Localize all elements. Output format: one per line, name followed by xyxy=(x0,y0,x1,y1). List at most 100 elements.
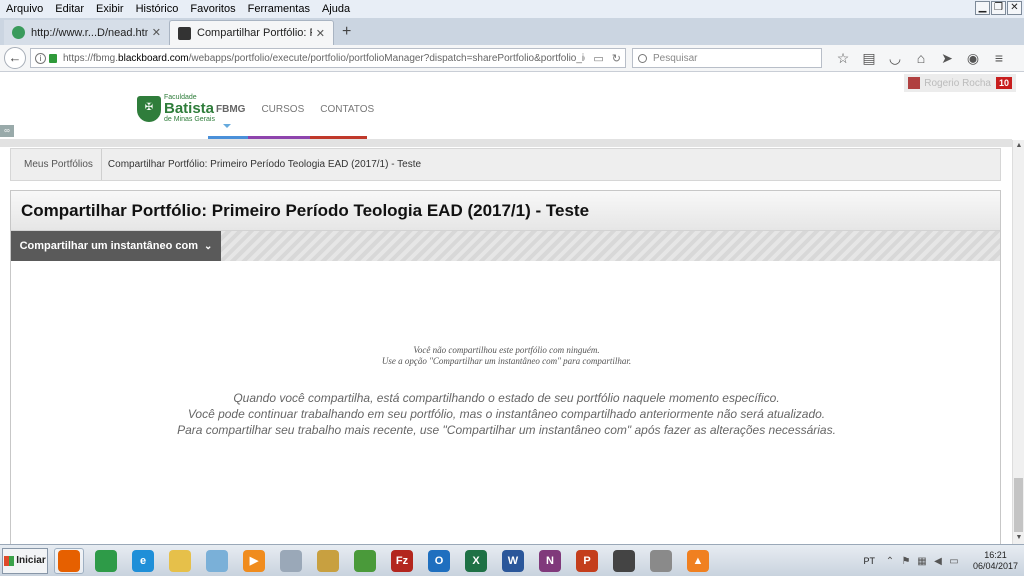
window-controls: ▁ ❐ ✕ xyxy=(975,1,1022,15)
calculator-icon[interactable] xyxy=(276,548,306,574)
bookmark-star-icon[interactable]: ☆ xyxy=(830,50,856,67)
calculator-glyph xyxy=(280,549,302,572)
search-input[interactable]: Pesquisar xyxy=(632,48,822,68)
network-icon[interactable]: ▦ xyxy=(915,556,929,567)
paint-icon[interactable] xyxy=(313,548,343,574)
close-window-button[interactable]: ✕ xyxy=(1007,1,1022,15)
chrome-glyph xyxy=(95,549,117,572)
show-hidden-icons-icon[interactable]: ⌃ xyxy=(883,556,897,567)
site-nav: FBMG CURSOS CONTATOS xyxy=(208,104,382,115)
extension-icon[interactable]: ◉ xyxy=(960,50,986,67)
pocket-icon[interactable]: ◡ xyxy=(882,50,908,67)
user-name: Rogerio Rocha xyxy=(924,77,991,89)
eraser-icon[interactable] xyxy=(202,548,232,574)
powerpoint-icon[interactable]: P xyxy=(572,548,602,574)
page-scrollbar[interactable]: ▲ ▼ xyxy=(1012,140,1024,544)
menu-editar[interactable]: Editar xyxy=(49,3,90,15)
send-icon[interactable]: ➤ xyxy=(934,50,960,67)
lock-icon xyxy=(49,53,57,63)
movie-maker-icon[interactable] xyxy=(609,548,639,574)
restore-button[interactable]: ❐ xyxy=(991,1,1006,15)
filezilla-icon[interactable]: Fz xyxy=(387,548,417,574)
reload-icon[interactable]: ↻ xyxy=(612,52,621,65)
firefox-icon[interactable] xyxy=(54,547,84,574)
current-tab-indicator xyxy=(223,124,231,128)
close-tab-icon[interactable]: ✕ xyxy=(152,26,161,39)
outlook-icon[interactable]: O xyxy=(424,548,454,574)
notepad-chart-icon[interactable] xyxy=(350,548,380,574)
menu-ferramentas[interactable]: Ferramentas xyxy=(242,3,316,15)
chrome-icon[interactable] xyxy=(91,548,121,574)
site-info-icon[interactable]: i xyxy=(35,52,46,64)
tools-icon[interactable] xyxy=(646,548,676,574)
filezilla-glyph: Fz xyxy=(391,549,413,572)
tab-nead[interactable]: http://www.r...D/nead.html ✕ xyxy=(4,20,169,45)
nav-contatos[interactable]: CONTATOS xyxy=(312,104,382,115)
onenote-glyph: N xyxy=(539,549,561,572)
tab-compartilhar[interactable]: Compartilhar Portfólio: Pri... ✕ xyxy=(169,20,334,45)
info-message: Quando você compartilha, está compartilh… xyxy=(11,390,1002,438)
logo-line3: de Minas Gerais xyxy=(164,116,215,123)
toolbar-icons: ☆ ▤ ◡ ⌂ ➤ ◉ ≡ xyxy=(830,50,1012,67)
menu-arquivo[interactable]: Arquivo xyxy=(0,3,49,15)
scroll-thumb[interactable] xyxy=(1014,478,1023,532)
ie-icon[interactable]: e xyxy=(128,548,158,574)
menu-historico[interactable]: Histórico xyxy=(130,3,185,15)
excel-icon[interactable]: X xyxy=(461,548,491,574)
home-icon[interactable]: ⌂ xyxy=(908,50,934,67)
clock-time: 16:21 xyxy=(984,550,1007,560)
menu-ajuda[interactable]: Ajuda xyxy=(316,3,356,15)
library-icon[interactable]: ▤ xyxy=(856,50,882,67)
close-tab-icon[interactable]: ✕ xyxy=(316,27,325,40)
panel-header: Compartilhar Portfólio: Primeiro Período… xyxy=(11,191,1000,231)
action-bar: Compartilhar um instantâneo com ⌄ xyxy=(11,231,1000,261)
menu-exibir[interactable]: Exibir xyxy=(90,3,130,15)
nav-fbmg[interactable]: FBMG xyxy=(208,104,253,115)
media-player-icon[interactable]: ▶ xyxy=(239,548,269,574)
avatar xyxy=(908,77,921,89)
menu-icon[interactable]: ≡ xyxy=(986,50,1012,67)
word-icon[interactable]: W xyxy=(498,548,528,574)
windows-logo-icon xyxy=(4,555,15,566)
user-menu[interactable]: Rogerio Rocha 10 xyxy=(904,74,1016,92)
start-button[interactable]: Iniciar xyxy=(2,547,48,574)
info-line2: Você pode continuar trabalhando em seu p… xyxy=(187,407,826,421)
empty-message: Você não compartilhou este portfólio com… xyxy=(11,345,1002,367)
info-line1: Quando você compartilha, está compartilh… xyxy=(233,391,780,405)
scroll-up-icon[interactable]: ▲ xyxy=(1013,140,1024,152)
share-snapshot-label: Compartilhar um instantâneo com xyxy=(19,240,199,252)
powerpoint-glyph: P xyxy=(576,549,598,572)
paint-glyph xyxy=(317,549,339,572)
link-icon[interactable]: ∞ xyxy=(0,125,14,137)
tab-strip: http://www.r...D/nead.html ✕ Compartilha… xyxy=(0,18,1024,45)
new-tab-button[interactable]: + xyxy=(334,20,359,45)
clock[interactable]: 16:21 06/04/2017 xyxy=(973,550,1018,572)
reader-view-icon[interactable]: ▭ xyxy=(593,52,603,65)
nav-cursos[interactable]: CURSOS xyxy=(253,104,312,115)
notepad-chart-glyph xyxy=(354,549,376,572)
back-button[interactable]: ← xyxy=(4,47,26,69)
excel-glyph: X xyxy=(465,549,487,572)
notification-badge[interactable]: 10 xyxy=(995,77,1012,89)
volume-icon[interactable]: ◀ xyxy=(931,556,945,567)
action-center-flag-icon[interactable]: ⚑ xyxy=(899,556,913,567)
logo[interactable]: ✠ Faculdade Batista de Minas Gerais xyxy=(137,94,215,123)
chevron-down-icon: ⌄ xyxy=(204,240,213,252)
explorer-icon[interactable] xyxy=(165,548,195,574)
language-indicator[interactable]: PT xyxy=(863,556,875,566)
firefox-glyph xyxy=(58,549,80,572)
scroll-down-icon[interactable]: ▼ xyxy=(1013,532,1024,544)
page-content: Rogerio Rocha 10 ✠ Faculdade Batista de … xyxy=(0,72,1024,544)
media-player-glyph: ▶ xyxy=(243,549,265,572)
breadcrumb-root[interactable]: Meus Portfólios xyxy=(11,149,102,180)
battery-icon[interactable]: ▭ xyxy=(947,556,961,567)
address-bar[interactable]: i https://fbmg.blackboard.com/webapps/po… xyxy=(30,48,626,68)
menu-bar: Arquivo Editar Exibir Histórico Favorito… xyxy=(0,0,1024,18)
vlc-icon[interactable]: ▲ xyxy=(683,548,713,574)
onenote-icon[interactable]: N xyxy=(535,548,565,574)
menu-favoritos[interactable]: Favoritos xyxy=(184,3,241,15)
start-label: Iniciar xyxy=(16,555,46,566)
url-text: https://fbmg.blackboard.com/webapps/port… xyxy=(63,52,586,64)
share-snapshot-button[interactable]: Compartilhar um instantâneo com ⌄ xyxy=(11,231,221,261)
minimize-button[interactable]: ▁ xyxy=(975,1,990,15)
